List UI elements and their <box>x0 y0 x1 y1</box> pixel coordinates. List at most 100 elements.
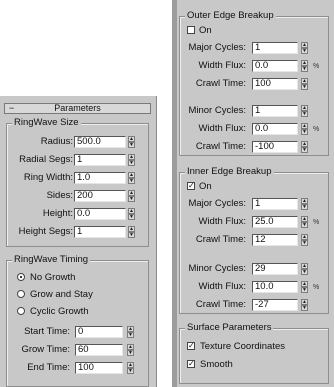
no-growth-radio[interactable] <box>17 273 25 281</box>
inner-major-cycles-spinner-icon[interactable]: ▲ ▼ <box>301 198 308 210</box>
radial-segs-spinner-icon[interactable]: ▲ ▼ <box>128 154 135 166</box>
spinner-down[interactable]: ▼ <box>301 287 308 293</box>
spinner-down[interactable]: ▼ <box>128 196 135 202</box>
outer-major-cycles-spinner-icon[interactable]: ▲ ▼ <box>301 42 308 54</box>
height-segs-spinner-icon[interactable]: ▲ ▼ <box>128 226 135 238</box>
texture-coordinates-checkbox[interactable]: ✓ <box>187 342 195 350</box>
outer-on-checkbox[interactable] <box>187 26 195 34</box>
ring-width-label: Ring Width: <box>23 172 73 183</box>
sides-field[interactable]: 200 <box>74 190 126 202</box>
outer-minor-width-flux-field[interactable]: 0.0 <box>252 123 298 135</box>
outer-on-label[interactable]: On <box>199 25 212 36</box>
inner-minor-crawl-spinner-icon[interactable]: ▲ ▼ <box>301 299 308 311</box>
parameters-panel: − Parameters RingWave Size Radius: 500.0… <box>0 96 157 387</box>
spinner-down[interactable]: ▼ <box>301 240 308 246</box>
inner-major-cycles-field[interactable]: 1 <box>252 198 298 210</box>
ring-width-spinner-icon[interactable]: ▲ ▼ <box>128 172 135 184</box>
spinner-down[interactable]: ▼ <box>301 204 308 210</box>
outer-minor-cycles-spinner-icon[interactable]: ▲ ▼ <box>301 105 308 117</box>
outer-major-crawl-spinner-icon[interactable]: ▲ ▼ <box>301 78 308 90</box>
sides-spinner-icon[interactable]: ▲ ▼ <box>128 190 135 202</box>
outer-minor-crawl-field[interactable]: -100 <box>252 141 298 153</box>
height-spinner-icon[interactable]: ▲ ▼ <box>128 208 135 220</box>
spinner-down[interactable]: ▼ <box>128 142 135 148</box>
no-growth-label[interactable]: No Growth <box>30 272 75 283</box>
grow-time-field[interactable]: 60 <box>75 344 123 356</box>
ring-width-field[interactable]: 1.0 <box>74 172 126 184</box>
outer-minor-width-flux-spinner-icon[interactable]: ▲ ▼ <box>301 123 308 135</box>
texture-coordinates-label[interactable]: Texture Coordinates <box>200 341 285 352</box>
cyclic-growth-label[interactable]: Cyclic Growth <box>30 306 89 317</box>
rollout-title: Parameters <box>54 103 101 113</box>
grow-time-spinner-icon[interactable]: ▲ ▼ <box>127 344 134 356</box>
inner-major-width-flux-field[interactable]: 25.0 <box>252 216 298 228</box>
outer-major-cycles-field[interactable]: 1 <box>252 42 298 54</box>
edge-breakup-panel: Outer Edge Breakup On Major Cycles: 1 ▲ ▼… <box>172 0 334 387</box>
radius-field[interactable]: 500.0 <box>74 136 126 148</box>
inner-major-width-flux-spinner-icon[interactable]: ▲ ▼ <box>301 216 308 228</box>
inner-minor-cycles-label: Minor Cycles: <box>188 263 246 274</box>
surface-parameters-group: Surface Parameters ✓ Texture Coordinates… <box>179 322 329 384</box>
group-title: RingWave Size <box>12 117 81 128</box>
inner-minor-cycles-field[interactable]: 29 <box>252 263 298 275</box>
parameters-rollout-header[interactable]: − Parameters <box>4 103 151 114</box>
spinner-down[interactable]: ▼ <box>127 350 134 356</box>
group-title: Inner Edge Breakup <box>185 166 274 177</box>
spinner-down[interactable]: ▼ <box>127 368 134 374</box>
outer-major-crawl-field[interactable]: 100 <box>252 78 298 90</box>
inner-major-width-flux-label: Width Flux: <box>198 216 246 227</box>
end-time-field[interactable]: 100 <box>75 362 123 374</box>
start-time-spinner-icon[interactable]: ▲ ▼ <box>127 326 134 338</box>
smooth-checkbox[interactable]: ✓ <box>187 360 195 368</box>
height-segs-label: Height Segs: <box>18 226 73 237</box>
spinner-down[interactable]: ▼ <box>301 129 308 135</box>
smooth-label[interactable]: Smooth <box>200 359 233 370</box>
radial-segs-field[interactable]: 1 <box>74 154 126 166</box>
outer-major-cycles-label: Major Cycles: <box>188 42 246 53</box>
panel-scrollbar[interactable] <box>172 0 177 387</box>
spinner-down[interactable]: ▼ <box>301 84 308 90</box>
spinner-down[interactable]: ▼ <box>127 332 134 338</box>
outer-major-width-flux-spinner-icon[interactable]: ▲ ▼ <box>301 60 308 72</box>
spinner-down[interactable]: ▼ <box>301 305 308 311</box>
spinner-down[interactable]: ▼ <box>301 111 308 117</box>
inner-on-checkbox[interactable]: ✓ <box>187 182 195 190</box>
height-field[interactable]: 0.0 <box>74 208 126 220</box>
spinner-down[interactable]: ▼ <box>128 178 135 184</box>
start-time-label: Start Time: <box>24 326 70 337</box>
outer-major-width-flux-field[interactable]: 0.0 <box>252 60 298 72</box>
radius-spinner-icon[interactable]: ▲ ▼ <box>128 136 135 148</box>
start-time-field[interactable]: 0 <box>75 326 123 338</box>
radio-selected-dot <box>20 276 22 278</box>
grow-and-stay-radio[interactable] <box>17 290 25 298</box>
spinner-down[interactable]: ▼ <box>301 147 308 153</box>
height-segs-field[interactable]: 1 <box>74 226 126 238</box>
spinner-down[interactable]: ▼ <box>128 232 135 238</box>
inner-minor-width-flux-spinner-icon[interactable]: ▲ ▼ <box>301 281 308 293</box>
outer-minor-cycles-label: Minor Cycles: <box>188 105 246 116</box>
spinner-down[interactable]: ▼ <box>128 214 135 220</box>
spinner-down[interactable]: ▼ <box>301 222 308 228</box>
spinner-down[interactable]: ▼ <box>128 160 135 166</box>
radius-label: Radius: <box>40 136 73 147</box>
outer-minor-percent-label: % <box>313 126 320 133</box>
spinner-down[interactable]: ▼ <box>301 269 308 275</box>
inner-on-label[interactable]: On <box>199 181 212 192</box>
outer-minor-crawl-spinner-icon[interactable]: ▲ ▼ <box>301 141 308 153</box>
spinner-down[interactable]: ▼ <box>301 66 308 72</box>
inner-minor-cycles-spinner-icon[interactable]: ▲ ▼ <box>301 263 308 275</box>
spinner-down[interactable]: ▼ <box>301 48 308 54</box>
inner-major-crawl-field[interactable]: 12 <box>252 234 298 246</box>
outer-minor-cycles-field[interactable]: 1 <box>252 105 298 117</box>
end-time-spinner-icon[interactable]: ▲ ▼ <box>127 362 134 374</box>
outer-minor-crawl-label: Crawl Time: <box>195 141 246 152</box>
grow-and-stay-label[interactable]: Grow and Stay <box>30 289 93 300</box>
inner-major-percent-label: % <box>313 219 320 226</box>
group-title: Outer Edge Breakup <box>185 10 276 21</box>
inner-minor-percent-label: % <box>313 284 320 291</box>
inner-major-crawl-label: Crawl Time: <box>195 234 246 245</box>
cyclic-growth-radio[interactable] <box>17 307 25 315</box>
inner-minor-width-flux-field[interactable]: 10.0 <box>252 281 298 293</box>
inner-minor-crawl-field[interactable]: -27 <box>252 299 298 311</box>
inner-major-crawl-spinner-icon[interactable]: ▲ ▼ <box>301 234 308 246</box>
